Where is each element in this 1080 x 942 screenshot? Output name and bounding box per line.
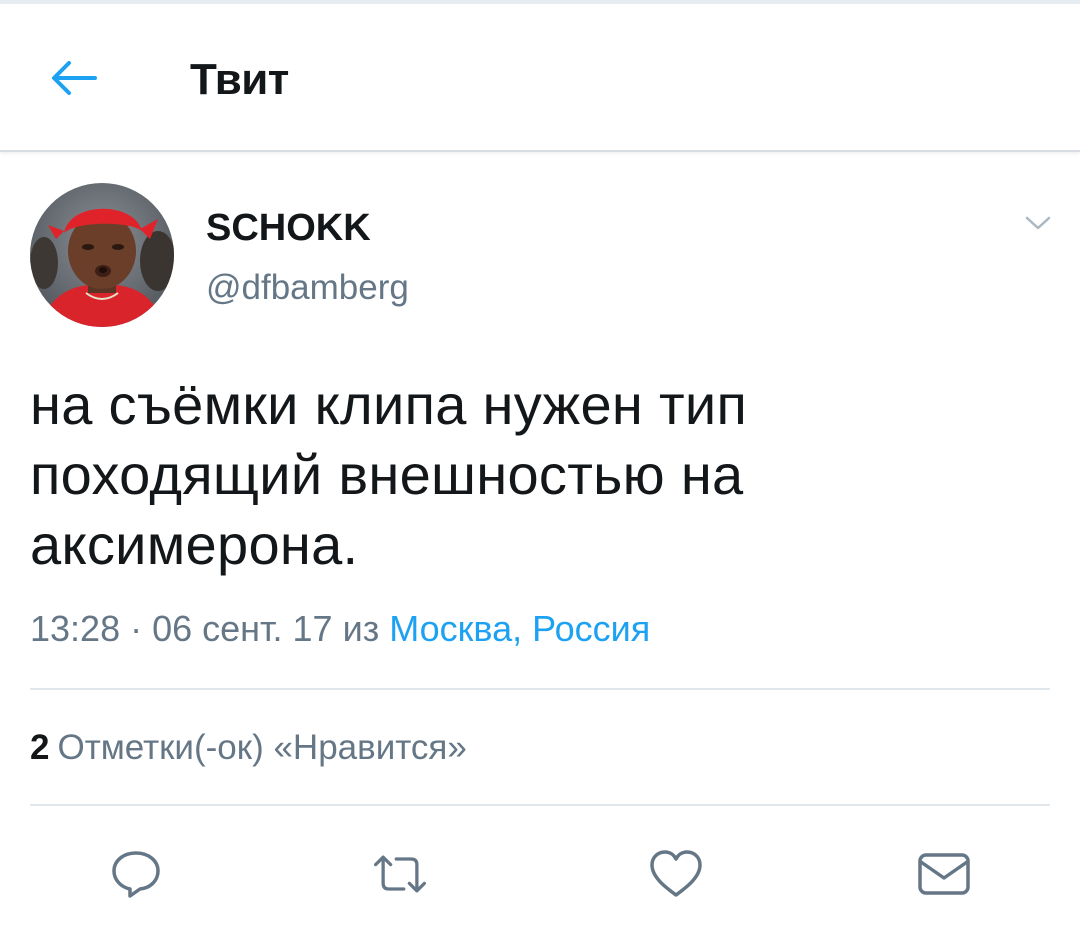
retweet-button[interactable] bbox=[370, 844, 430, 904]
bottom-edge bbox=[0, 930, 1080, 942]
back-button[interactable] bbox=[44, 48, 104, 108]
message-button[interactable] bbox=[914, 844, 974, 904]
user-handle[interactable]: @dfbamberg bbox=[206, 266, 409, 310]
tweet-location-link[interactable]: Москва, Россия bbox=[389, 608, 650, 649]
reply-icon bbox=[112, 851, 160, 898]
likes-summary[interactable]: 2 Отметки(-ок) «Нравится» bbox=[30, 726, 467, 770]
envelope-icon bbox=[918, 853, 970, 895]
divider bbox=[30, 804, 1050, 806]
avatar[interactable] bbox=[30, 183, 174, 327]
page-title: Твит bbox=[190, 55, 289, 104]
tweet-screen: Твит SCHOKK @dfbamberg на съёмки клипа н… bbox=[0, 0, 1080, 942]
from-label: из bbox=[342, 608, 380, 649]
tweet-text: на съёмки клипа нужен тип походящий внеш… bbox=[30, 373, 748, 576]
retweet-icon bbox=[373, 855, 427, 893]
tweet-meta: 13:28 · 06 сент. 17 из Москва, Россия bbox=[30, 606, 650, 652]
avatar-image bbox=[30, 183, 174, 327]
tweet-timestamp: 13:28 · 06 сент. 17 bbox=[30, 608, 333, 649]
app-header: Твит bbox=[0, 4, 1080, 152]
tweet-menu-button[interactable] bbox=[1018, 208, 1058, 238]
likes-count: 2 bbox=[30, 728, 50, 767]
display-name[interactable]: SCHOKK bbox=[206, 204, 371, 252]
heart-icon bbox=[650, 850, 702, 897]
divider bbox=[30, 688, 1050, 690]
arrow-left-icon bbox=[52, 61, 97, 95]
reply-button[interactable] bbox=[106, 844, 166, 904]
chevron-down-icon bbox=[1025, 216, 1051, 230]
likes-label: Отметки(-ок) «Нравится» bbox=[57, 728, 467, 767]
like-button[interactable] bbox=[646, 844, 706, 904]
